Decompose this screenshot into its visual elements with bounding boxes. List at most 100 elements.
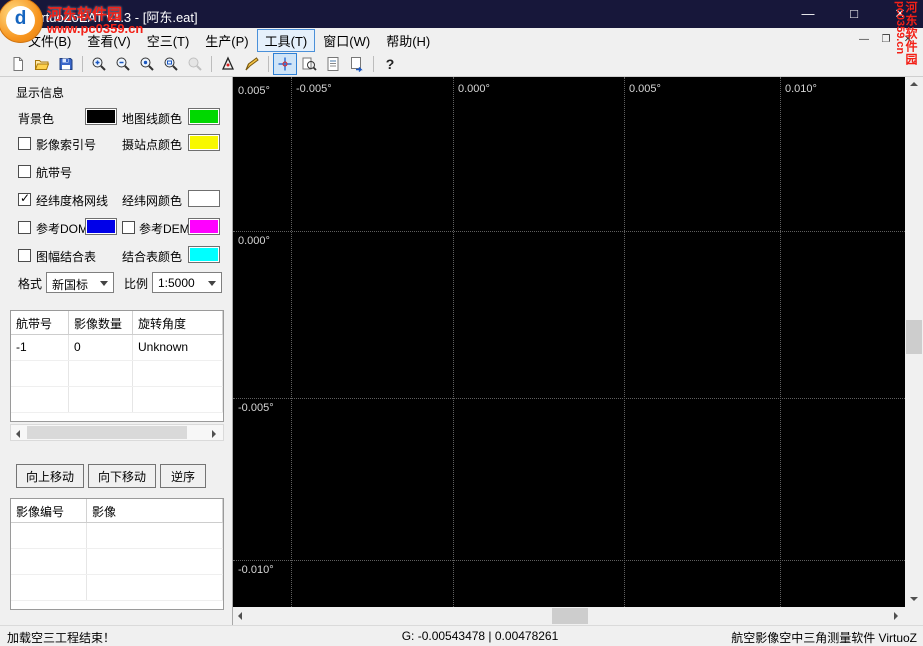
scroll-left-icon[interactable] [233,607,251,625]
status-coordinates: G: -0.00543478 | 0.00478261 [401,629,559,643]
save-file-icon[interactable] [54,53,78,75]
open-file-icon[interactable] [30,53,54,75]
gridline-vertical [453,77,454,607]
map-view: -0.005° 0.000° 0.005° 0.010° 0.005° 0.000° -0.… [233,77,923,625]
move-up-button[interactable]: 向上移动 [16,464,84,488]
menu-item[interactable]: 生产(P) [197,29,256,52]
canvas-vertical-scrollbar[interactable] [905,77,923,607]
column-header[interactable]: 影像编号 [11,499,87,522]
ref-dom-checkbox[interactable] [18,221,31,234]
move-down-button[interactable]: 向下移动 [88,464,156,488]
table-cell [11,549,87,574]
sheet-index-checkbox[interactable] [18,249,31,262]
scale-select[interactable]: 1:5000 [152,272,222,293]
menu-item[interactable]: 帮助(H) [378,29,438,52]
menu-item[interactable]: 工具(T) [256,28,316,52]
sheet-color-swatch[interactable] [188,246,220,263]
x-axis-label: 0.005° [629,83,661,95]
table-row [11,523,223,549]
format-label: 格式 [18,277,43,291]
column-header[interactable]: 影像 [87,499,223,522]
reverse-order-button[interactable]: 逆序 [160,464,206,488]
column-header[interactable]: 航带号 [11,311,69,334]
y-axis-label: -0.010° [238,564,274,576]
x-axis-label: 0.010° [785,83,817,95]
watermark-site-url: www.pc0359.cn [47,21,144,36]
image-index-checkbox[interactable] [18,137,31,150]
column-header[interactable]: 影像数量 [69,311,133,334]
measure-tool-icon[interactable] [240,53,264,75]
table-cell [69,387,133,412]
zoom-out-icon[interactable] [111,53,135,75]
zoom-fit-icon[interactable] [159,53,183,75]
ref-dem-color-swatch[interactable] [188,218,220,235]
new-file-icon[interactable] [6,53,30,75]
menu-item[interactable]: 空三(T) [139,29,198,52]
scroll-right-icon[interactable] [887,607,905,625]
table-row [11,361,223,387]
y-axis-label: 0.000° [238,235,270,247]
chevron-down-icon [208,281,216,286]
table-cell [11,387,69,412]
scroll-up-icon[interactable] [905,77,923,94]
table-cell: 0 [69,335,133,360]
table-cell: -1 [11,335,69,360]
zoom-in-icon[interactable] [87,53,111,75]
gridline-vertical [291,77,292,607]
report-tool-icon[interactable] [321,53,345,75]
maximize-button[interactable]: □ [831,0,877,28]
help-icon[interactable]: ? [378,53,402,75]
table-cell [11,361,69,386]
station-color-swatch[interactable] [188,134,220,151]
mdi-minimize-button[interactable]: — [853,30,875,50]
station-tool-icon[interactable] [216,53,240,75]
ref-dem-label: 参考DEM [139,222,190,236]
strip-table-scrollbar[interactable] [10,424,224,441]
strip-table: 航带号 影像数量 旋转角度 -1 0 Unknown [10,310,224,422]
ref-dom-color-swatch[interactable] [85,218,117,235]
scrollbar-thumb[interactable] [906,320,922,354]
gridline-vertical [624,77,625,607]
bg-color-label: 背景色 [18,112,55,126]
sheet-color-label: 结合表颜色 [122,250,183,264]
bg-color-swatch[interactable] [85,108,117,125]
table-cell [11,575,87,600]
inspect-tool-icon[interactable] [297,53,321,75]
scrollbar-thumb[interactable] [27,426,187,439]
display-settings-panel: 显示信息 背景色 地图线颜色 影像索引号 摄站点颜色 航带号 经纬度格网线 经纬… [0,77,233,625]
tie-point-tool-icon[interactable] [273,53,297,75]
image-index-label: 影像索引号 [36,138,97,152]
table-cell [133,361,223,386]
toolbar: ? [0,52,923,77]
toolbar-items: ? [6,53,402,75]
x-axis-label: 0.000° [458,83,490,95]
panel-title: 显示信息 [16,86,65,100]
transfer-tool-icon[interactable] [345,53,369,75]
canvas-horizontal-scrollbar[interactable] [233,607,905,625]
ref-dem-checkbox[interactable] [122,221,135,234]
scrollbar-thumb[interactable] [552,608,588,624]
zoom-window-icon[interactable] [183,53,207,75]
map-canvas[interactable]: -0.005° 0.000° 0.005° 0.010° 0.005° 0.000° -0.… [233,77,905,607]
table-cell [87,523,223,548]
scroll-right-icon[interactable] [205,425,223,443]
status-app-name: 航空影像空中三角测量软件 VirtuoZ [731,631,917,645]
svg-text:?: ? [386,56,395,72]
toolbar-separator [211,56,212,72]
minimize-button[interactable]: — [785,0,831,28]
table-row[interactable]: -1 0 Unknown [11,335,223,361]
graticule-checkbox[interactable] [18,191,31,206]
zoom-actual-icon[interactable] [135,53,159,75]
strip-number-checkbox[interactable] [18,165,31,178]
table-row [11,575,223,601]
format-select[interactable]: 新国标 [46,272,114,293]
image-table: 影像编号 影像 [10,498,224,610]
menu-item[interactable]: 窗口(W) [315,29,378,52]
graticule-color-swatch[interactable] [188,190,220,207]
column-header[interactable]: 旋转角度 [133,311,223,334]
scale-value: 1:5000 [158,276,195,290]
toolbar-separator [82,56,83,72]
graticule-label: 经纬度格网线 [36,194,109,208]
scroll-down-icon[interactable] [905,590,923,607]
mapline-color-swatch[interactable] [188,108,220,125]
